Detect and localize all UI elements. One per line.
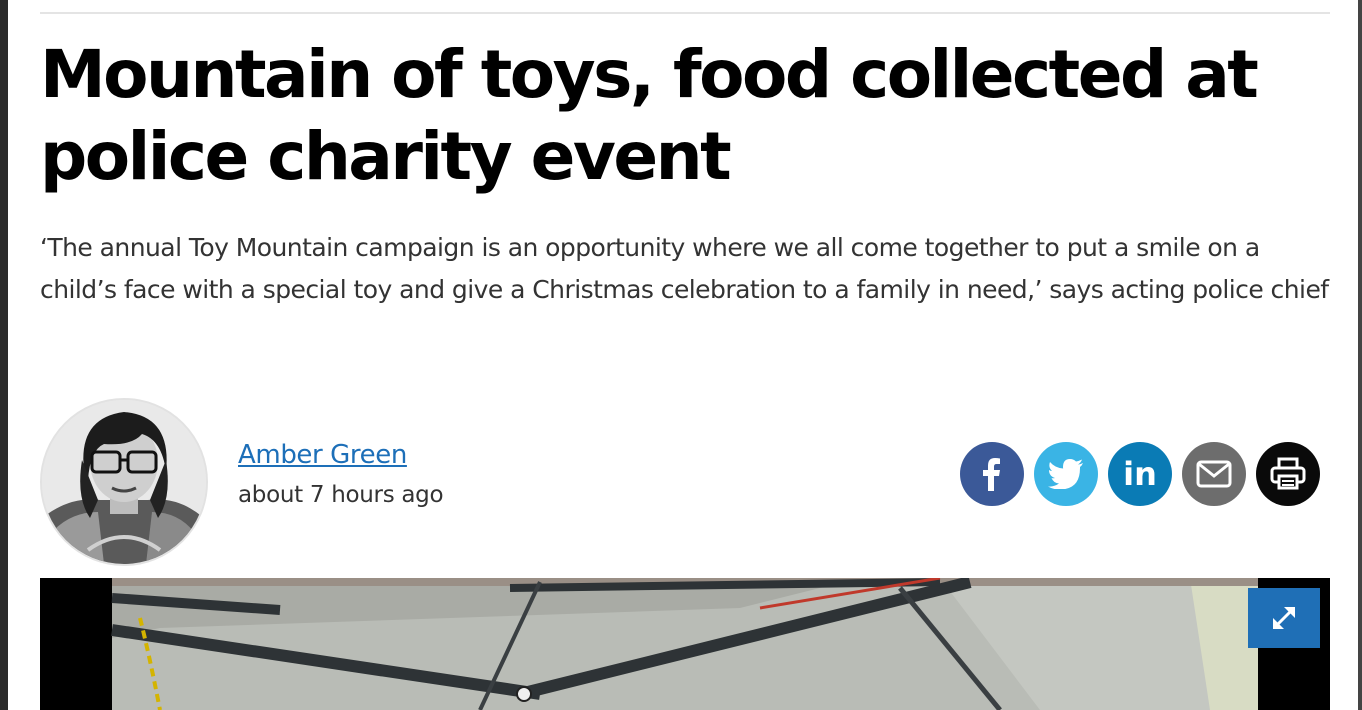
- share-facebook-button[interactable]: [960, 442, 1024, 506]
- headline-line-2: police charity event: [40, 118, 732, 195]
- article-dek: ‘The annual Toy Mountain campaign is an …: [40, 233, 1329, 304]
- window-left-edge: [0, 0, 8, 710]
- facebook-icon: [983, 458, 1000, 491]
- top-divider: [40, 12, 1330, 14]
- share-email-button[interactable]: [1182, 442, 1246, 506]
- linkedin-icon: in: [1123, 457, 1157, 491]
- author-avatar[interactable]: [40, 398, 208, 566]
- author-name-link[interactable]: Amber Green: [238, 438, 407, 472]
- article-lead-photo[interactable]: [40, 578, 1330, 710]
- print-icon: [1270, 457, 1306, 490]
- author-portrait-image: [42, 400, 206, 564]
- share-twitter-button[interactable]: [1034, 442, 1098, 506]
- publish-timestamp: about 7 hours ago: [238, 482, 444, 508]
- tent-canopy-image: [40, 578, 1330, 710]
- email-icon: [1196, 460, 1232, 488]
- headline-line-1: Mountain of toys, food collected at: [40, 36, 1259, 113]
- window-scrollbar-edge[interactable]: [1358, 0, 1362, 710]
- twitter-icon: [1048, 459, 1083, 489]
- linkedin-icon-text: in: [1123, 457, 1157, 491]
- article-headline: Mountain of toys, food collected at polic…: [40, 34, 1330, 198]
- expand-photo-button[interactable]: [1248, 588, 1320, 648]
- share-linkedin-button[interactable]: in: [1108, 442, 1172, 506]
- expand-arrows-icon: [1273, 607, 1295, 629]
- print-button[interactable]: [1256, 442, 1320, 506]
